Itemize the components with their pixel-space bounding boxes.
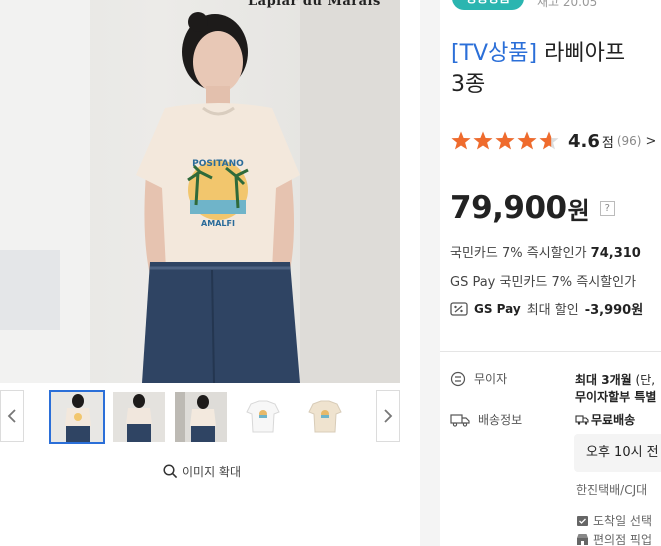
installment-value: 최대 3개월 (단, xyxy=(575,371,655,388)
installment-label: 무이자 xyxy=(474,372,508,386)
product-title-text: 라삐아프 xyxy=(537,41,626,66)
image-zoom-label: 이미지 확대 xyxy=(182,465,242,479)
thumbnail-prev-button[interactable] xyxy=(0,390,24,442)
arrival-date-option[interactable]: 도착일 선택 xyxy=(576,512,652,529)
rating-unit: 점 xyxy=(601,135,614,151)
gspay-logo: GS Pay xyxy=(474,301,521,316)
shipping-label: 배송정보 xyxy=(478,413,523,427)
delivery-time-button[interactable]: 오후 10시 전 수 xyxy=(574,434,661,472)
star-icon xyxy=(517,131,537,150)
magnifier-icon xyxy=(163,464,178,479)
top-note: 재고 20.05 xyxy=(537,0,598,9)
card-discount-price: 74,310 xyxy=(590,246,641,261)
installment-note: (단, xyxy=(631,373,656,387)
gspay-max-label: 최대 할인 xyxy=(526,303,579,318)
thumbnail-4[interactable] xyxy=(237,392,289,442)
chevron-right-icon: > xyxy=(645,133,657,149)
product-title: [TV상품] 라삐아프 3종 xyxy=(451,38,661,100)
price-unit: 원 xyxy=(567,196,590,225)
thumbnail-strip xyxy=(0,390,400,446)
card-discount-line: 국민카드 7% 즉시할인가 74,310 xyxy=(450,242,641,261)
star-icon xyxy=(539,131,559,150)
installment-icon xyxy=(450,371,466,386)
product-title-line2: 3종 xyxy=(451,72,486,97)
column-divider xyxy=(420,0,440,546)
thumbnail-image xyxy=(237,392,289,442)
free-shipping: 무료배송 xyxy=(575,411,635,428)
broadcast-badge: 방송상품 xyxy=(452,0,525,10)
product-title-tag: [TV상품] xyxy=(451,41,538,66)
thumbnail-image xyxy=(51,392,103,442)
installment-months: 최대 3개월 xyxy=(575,373,632,387)
image-zoom-button[interactable]: 이미지 확대 xyxy=(163,463,241,480)
rating-stars xyxy=(450,130,560,152)
thumbnail-next-button[interactable] xyxy=(376,390,400,442)
carrier-text: 한진택배/CJ대 xyxy=(576,483,648,497)
main-product-photo[interactable]: POSITANO AMALFI Lapiar du Marais xyxy=(0,0,400,383)
chevron-right-icon xyxy=(384,409,393,423)
product-info-panel: 방송상품 재고 20.05 [TV상품] 라삐아프 3종 4.6 점 (96) … xyxy=(440,0,661,546)
svg-text:POSITANO: POSITANO xyxy=(192,159,244,169)
star-icon xyxy=(451,131,471,150)
gspay-discount-line: GS Pay 국민카드 7% 즉시할인가 xyxy=(450,271,636,290)
gspay-max-amount: -3,990원 xyxy=(584,303,644,318)
arrival-date-label: 도착일 선택 xyxy=(593,514,653,528)
installment-row-label: 무이자 xyxy=(450,370,507,387)
store-icon xyxy=(577,534,588,545)
sale-price: 79,900 xyxy=(450,190,567,226)
free-shipping-text: 무료배송 xyxy=(591,413,636,427)
small-truck-icon xyxy=(575,414,589,425)
thumbnail-5[interactable] xyxy=(299,392,351,442)
product-detail-page: POSITANO AMALFI Lapiar du Marais 이미지 확대 … xyxy=(0,0,661,546)
card-discount-label: 국민카드 7% 즉시할인가 xyxy=(450,246,591,261)
gspay-discount-label: GS Pay 국민카드 7% 즉시할인가 xyxy=(450,275,637,290)
rating-score: 4.6 xyxy=(568,130,600,152)
thumbnail-image xyxy=(113,392,165,442)
thumbnail-3[interactable] xyxy=(175,392,227,442)
price-help-icon[interactable]: ? xyxy=(599,200,615,216)
section-divider xyxy=(440,351,661,352)
convenience-pickup-label: 편의점 픽업 xyxy=(593,533,653,546)
svg-text:AMALFI: AMALFI xyxy=(201,219,235,228)
thumbnail-1[interactable] xyxy=(49,390,105,444)
thumbnail-image xyxy=(299,392,351,442)
calendar-check-icon xyxy=(577,516,588,526)
truck-icon xyxy=(450,413,470,427)
coupon-card-icon xyxy=(450,301,468,316)
star-icon xyxy=(473,131,493,150)
convenience-pickup-option[interactable]: 편의점 픽업 xyxy=(576,531,652,546)
chevron-left-icon xyxy=(7,409,16,423)
shipping-row-label: 배송정보 xyxy=(450,411,522,428)
thumbnail-image xyxy=(175,392,227,442)
price-block: 79,900 원 ? xyxy=(450,190,615,226)
review-count: (96) xyxy=(616,134,642,148)
thumbnail-2[interactable] xyxy=(113,392,165,442)
star-icon xyxy=(495,131,515,150)
gspay-max-discount[interactable]: GS Pay 최대 할인 -3,990원 xyxy=(450,299,643,318)
photo-brand-text: Lapiar du Marais xyxy=(248,0,381,9)
model-photo-illustration: POSITANO AMALFI xyxy=(0,0,400,383)
rating-summary[interactable]: 4.6 점 (96) > xyxy=(450,130,656,152)
installment-special: 무이자할부 특별 xyxy=(575,390,657,404)
